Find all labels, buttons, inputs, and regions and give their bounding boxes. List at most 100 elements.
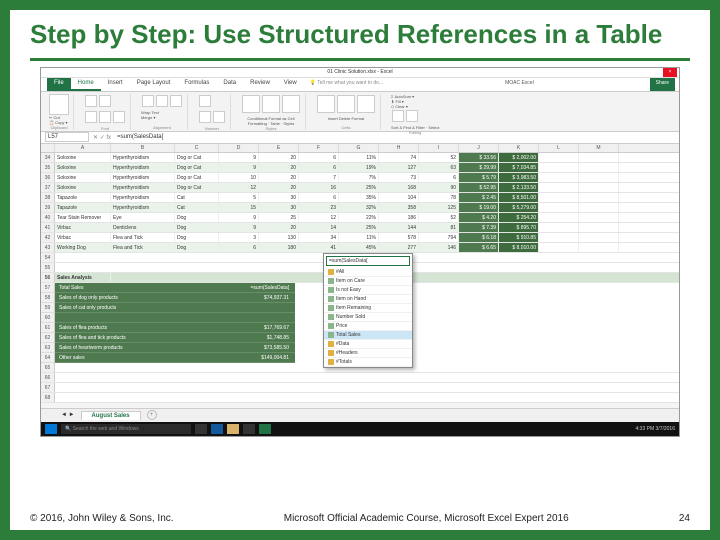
col-header[interactable]: I — [419, 144, 459, 152]
close-icon[interactable]: × — [663, 68, 677, 77]
analysis-row[interactable]: Other sales$149,004.81 — [55, 353, 295, 363]
tab-page-layout[interactable]: Page Layout — [130, 78, 178, 91]
dropdown-option[interactable]: Total Sales — [324, 331, 412, 340]
excel-icon[interactable] — [259, 424, 271, 434]
formula-input[interactable]: =sum(SalesData[ — [115, 133, 675, 141]
col-header[interactable]: C — [175, 144, 219, 152]
analysis-row[interactable]: Sales of dog only products$74,937.31 — [55, 293, 295, 303]
share-button[interactable]: Share — [650, 78, 675, 91]
align-button[interactable] — [170, 95, 182, 107]
col-header[interactable]: H — [379, 144, 419, 152]
sheet-tab-active[interactable]: August Sales — [81, 411, 141, 420]
col-header[interactable]: F — [299, 144, 339, 152]
dropdown-option[interactable]: Item Remaining — [324, 304, 412, 313]
explorer-icon[interactable] — [227, 424, 239, 434]
analysis-row[interactable]: Sales of heartworm products$73,585.50 — [55, 343, 295, 353]
dropdown-option[interactable]: Is not Easy — [324, 286, 412, 295]
dropdown-option[interactable]: Price — [324, 322, 412, 331]
fx-icon[interactable]: ✕ ✓ fx — [93, 134, 111, 141]
tab-insert[interactable]: Insert — [101, 78, 130, 91]
italic-button[interactable] — [99, 111, 111, 123]
dropdown-option[interactable]: Number Sold — [324, 313, 412, 322]
edge-icon[interactable] — [211, 424, 223, 434]
table-row[interactable]: 40 Tear Stain RemoverEyeDog 92512 22%186… — [41, 213, 679, 223]
col-header[interactable]: D — [219, 144, 259, 152]
underline-button[interactable] — [113, 111, 125, 123]
name-box[interactable]: L57 — [45, 132, 89, 142]
dropdown-option[interactable]: #Headers — [324, 349, 412, 358]
col-header[interactable]: B — [111, 144, 175, 152]
signin-label[interactable]: MOAC Excel — [501, 78, 538, 91]
structured-ref-dropdown[interactable]: =sum(SalesData[ #All Item on Care Is not… — [323, 253, 413, 368]
cond-format-button[interactable] — [242, 95, 260, 113]
new-sheet-button[interactable]: + — [147, 410, 157, 420]
field-icon — [328, 359, 334, 365]
col-header[interactable]: M — [579, 144, 619, 152]
format-button[interactable] — [357, 95, 375, 113]
percent-button[interactable] — [213, 111, 225, 123]
table-row[interactable]: 43 Working DogFlea and TickDog 618041 45… — [41, 243, 679, 253]
font-size[interactable] — [99, 95, 111, 107]
windows-taskbar: 🔍 Search the web and Windows 4:33 PM 3/7… — [41, 422, 679, 436]
col-header[interactable]: J — [459, 144, 499, 152]
formula-bar: L57 ✕ ✓ fx =sum(SalesData[ — [41, 132, 679, 144]
table-row[interactable]: 36 SoloxineHyperthyroidismDog or Cat 102… — [41, 173, 679, 183]
dropdown-option[interactable]: #Data — [324, 340, 412, 349]
tab-file[interactable]: File — [47, 78, 71, 91]
col-header[interactable]: G — [339, 144, 379, 152]
align-button[interactable] — [142, 95, 154, 107]
dropdown-option[interactable]: #Totals — [324, 358, 412, 367]
taskview-icon[interactable] — [195, 424, 207, 434]
slide-footer: © 2016, John Wiley & Sons, Inc. Microsof… — [30, 513, 690, 524]
delete-button[interactable] — [337, 95, 355, 113]
cell-styles-button[interactable] — [282, 95, 300, 113]
analysis-row[interactable]: Sales of cat only products — [55, 303, 295, 313]
col-header[interactable]: E — [259, 144, 299, 152]
tab-view[interactable]: View — [277, 78, 304, 91]
tell-me[interactable]: 💡 Tell me what you want to do... — [304, 78, 389, 91]
taskbar-clock[interactable]: 4:33 PM 3/7/2016 — [636, 426, 675, 432]
col-header[interactable]: K — [499, 144, 539, 152]
table-row[interactable]: 39 TapazoleHyperthyroidismCat 153023 32%… — [41, 203, 679, 213]
table-row[interactable]: 35 SoloxineHyperthyroidismDog or Cat 920… — [41, 163, 679, 173]
group-alignment: Wrap TextMerge ▾ Alignment — [137, 94, 188, 130]
tab-home[interactable]: Home — [71, 78, 101, 91]
insert-button[interactable] — [317, 95, 335, 113]
number-format[interactable] — [199, 95, 211, 107]
dropdown-formula-echo: =sum(SalesData[ — [326, 256, 410, 266]
dropdown-option[interactable]: Item on Care — [324, 277, 412, 286]
table-row[interactable]: 42 VirbacFlea and TickDog 313034 11%5787… — [41, 233, 679, 243]
analysis-row[interactable]: Sales of flea products$17,769.67 — [55, 323, 295, 333]
select-all[interactable] — [41, 144, 55, 152]
dropdown-option[interactable]: Item on Hand — [324, 295, 412, 304]
tab-data[interactable]: Data — [216, 78, 243, 91]
column-icon — [328, 296, 334, 302]
taskbar-search[interactable]: 🔍 Search the web and Windows — [61, 424, 191, 434]
sort-filter-button[interactable] — [392, 110, 404, 122]
format-table-button[interactable] — [262, 95, 280, 113]
field-icon — [328, 269, 334, 275]
col-header[interactable]: A — [55, 144, 111, 152]
tab-formulas[interactable]: Formulas — [177, 78, 216, 91]
column-icon — [328, 278, 334, 284]
table-row[interactable]: 41 VirbacDenticlensDog 92014 25%14481 $ … — [41, 223, 679, 233]
start-icon[interactable] — [45, 424, 57, 434]
font-select[interactable] — [85, 95, 97, 107]
nav-icon[interactable]: ◄ ► — [61, 412, 75, 418]
align-button[interactable] — [156, 95, 168, 107]
group-number: Number — [194, 94, 231, 130]
table-row[interactable]: 37 SoloxineHyperthyroidismDog or Cat 122… — [41, 183, 679, 193]
dropdown-option[interactable]: #All — [324, 268, 412, 277]
table-row[interactable]: 34 SoloxineHyperthyroidismDog or Cat 920… — [41, 153, 679, 163]
bold-button[interactable] — [85, 111, 97, 123]
table-row[interactable]: 38 TapazoleHyperthyroidismCat 5306 35%10… — [41, 193, 679, 203]
analysis-row[interactable]: Total Sales=sum(SalesData[ — [55, 283, 295, 293]
find-select-button[interactable] — [406, 110, 418, 122]
tab-review[interactable]: Review — [243, 78, 277, 91]
analysis-row[interactable] — [55, 313, 295, 323]
currency-button[interactable] — [199, 111, 211, 123]
analysis-row[interactable]: Sales of flea and tick products$1,748.85 — [55, 333, 295, 343]
paste-button[interactable] — [49, 94, 69, 115]
col-header[interactable]: L — [539, 144, 579, 152]
store-icon[interactable] — [243, 424, 255, 434]
